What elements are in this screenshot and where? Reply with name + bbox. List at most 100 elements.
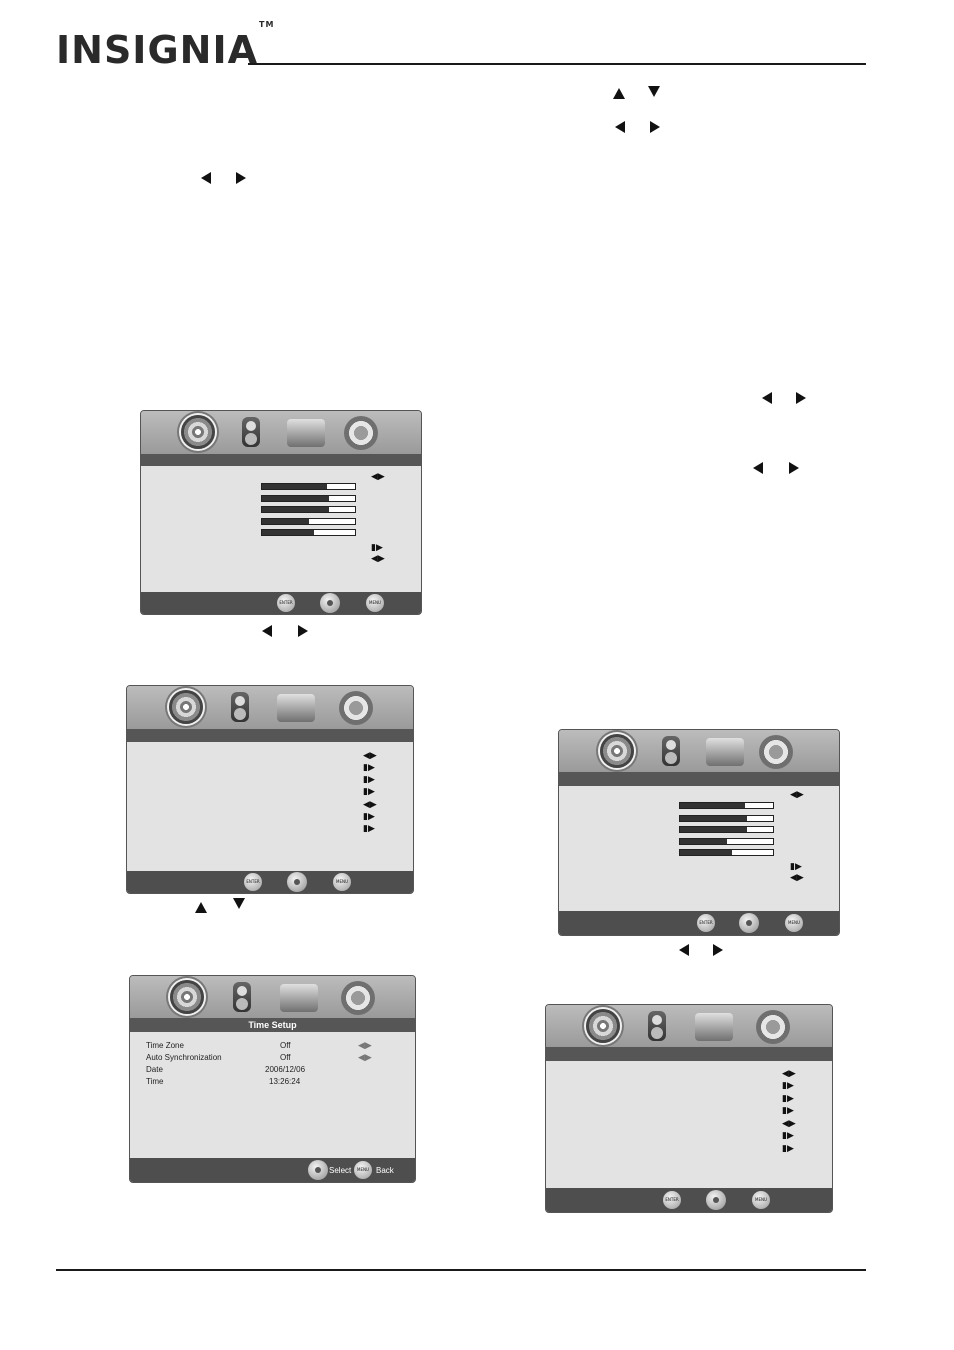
- level-bar[interactable]: [261, 483, 356, 490]
- enter-submenu-icon[interactable]: ▮▶: [790, 863, 802, 872]
- enter-submenu-icon[interactable]: ▮▶: [363, 764, 375, 773]
- lr-adjust-icon[interactable]: ◀▶: [790, 874, 804, 883]
- time-zone-label: Time Zone: [146, 1041, 184, 1050]
- osd-list-menu: ◀▶ ▮▶ ▮▶ ▮▶ ◀▶ ▮▶ ▮▶ ENTER MENU: [126, 685, 414, 894]
- level-fill: [262, 519, 309, 524]
- disc-icon[interactable]: [170, 980, 204, 1014]
- level-fill: [680, 839, 727, 844]
- osd-title-bar: [127, 729, 413, 742]
- dpad-icon[interactable]: [739, 913, 759, 933]
- level-fill: [262, 530, 315, 535]
- gear-icon[interactable]: [344, 416, 378, 450]
- level-fill: [680, 827, 747, 832]
- speaker-icon[interactable]: [662, 736, 680, 766]
- time-value[interactable]: 13:26:24: [269, 1077, 300, 1086]
- back-label: Back: [376, 1166, 394, 1175]
- lr-adjust-icon[interactable]: ◀▶: [358, 1042, 372, 1051]
- lr-adjust-icon[interactable]: ◀▶: [358, 1054, 372, 1063]
- auto-sync-value[interactable]: Off: [280, 1053, 291, 1062]
- speaker-icon[interactable]: [231, 692, 249, 722]
- enter-button[interactable]: ENTER: [244, 873, 262, 891]
- osd-time-setup: Time Setup Time Zone Off ◀▶ Auto Synchro…: [129, 975, 416, 1183]
- osd-icon-bar: [559, 730, 839, 772]
- lr-adjust-icon[interactable]: ◀▶: [782, 1120, 796, 1129]
- down-arrow-icon: [233, 898, 245, 909]
- enter-button[interactable]: ENTER: [697, 914, 715, 932]
- enter-submenu-icon[interactable]: ▮▶: [782, 1132, 794, 1141]
- menu-button[interactable]: MENU: [752, 1191, 770, 1209]
- dpad-icon[interactable]: [287, 872, 307, 892]
- dpad-icon[interactable]: [320, 593, 340, 613]
- time-zone-value[interactable]: Off: [280, 1041, 291, 1050]
- osd-icon-bar: [141, 411, 421, 454]
- disc-icon[interactable]: [181, 415, 215, 449]
- lr-adjust-icon[interactable]: ◀▶: [371, 555, 385, 564]
- osd-title-bar: [559, 772, 839, 786]
- enter-submenu-icon[interactable]: ▮▶: [363, 788, 375, 797]
- down-arrow-icon: [648, 86, 660, 97]
- header-rule: [248, 63, 866, 65]
- level-bar[interactable]: [261, 518, 356, 525]
- left-arrow-icon: [262, 625, 272, 637]
- tools-icon[interactable]: [695, 1013, 733, 1041]
- speaker-icon[interactable]: [242, 417, 260, 447]
- enter-submenu-icon[interactable]: ▮▶: [363, 776, 375, 785]
- left-arrow-icon: [679, 944, 689, 956]
- level-bar[interactable]: [679, 826, 774, 833]
- menu-button[interactable]: MENU: [785, 914, 803, 932]
- gear-icon[interactable]: [759, 735, 793, 769]
- up-arrow-icon: [195, 902, 207, 913]
- tools-icon[interactable]: [280, 984, 318, 1012]
- tools-icon[interactable]: [277, 694, 315, 722]
- level-bar[interactable]: [261, 529, 356, 536]
- brand-logo: INSIGNIATM: [56, 20, 273, 72]
- brand-name: INSIGNIA: [56, 28, 258, 72]
- enter-submenu-icon[interactable]: ▮▶: [782, 1095, 794, 1104]
- enter-submenu-icon[interactable]: ▮▶: [782, 1145, 794, 1154]
- menu-button[interactable]: MENU: [354, 1161, 372, 1179]
- tools-icon[interactable]: [706, 738, 744, 766]
- gear-icon[interactable]: [756, 1010, 790, 1044]
- enter-submenu-icon[interactable]: ▮▶: [371, 544, 383, 553]
- right-arrow-icon: [796, 392, 806, 404]
- menu-button[interactable]: MENU: [366, 594, 384, 612]
- level-bar[interactable]: [261, 506, 356, 513]
- enter-submenu-icon[interactable]: ▮▶: [782, 1082, 794, 1091]
- level-bar[interactable]: [261, 495, 356, 502]
- enter-button[interactable]: ENTER: [277, 594, 295, 612]
- lr-adjust-icon[interactable]: ◀▶: [363, 801, 377, 810]
- lr-adjust-icon[interactable]: ◀▶: [363, 752, 377, 761]
- dpad-icon[interactable]: [706, 1190, 726, 1210]
- level-bar[interactable]: [679, 815, 774, 822]
- level-bar[interactable]: [679, 838, 774, 845]
- speaker-icon[interactable]: [648, 1011, 666, 1041]
- speaker-icon[interactable]: [233, 982, 251, 1012]
- gear-icon[interactable]: [339, 691, 373, 725]
- enter-submenu-icon[interactable]: ▮▶: [363, 825, 375, 834]
- level-bar[interactable]: [679, 802, 774, 809]
- tools-icon[interactable]: [287, 419, 325, 447]
- dpad-icon[interactable]: [308, 1160, 328, 1180]
- osd-footer: ENTER MENU: [141, 592, 421, 614]
- disc-icon[interactable]: [586, 1009, 620, 1043]
- enter-submenu-icon[interactable]: ▮▶: [782, 1107, 794, 1116]
- right-arrow-icon: [236, 172, 246, 184]
- disc-icon[interactable]: [600, 734, 634, 768]
- gear-icon[interactable]: [341, 981, 375, 1015]
- enter-button[interactable]: ENTER: [663, 1191, 681, 1209]
- osd-footer: Select MENU Back: [130, 1158, 415, 1182]
- enter-submenu-icon[interactable]: ▮▶: [363, 813, 375, 822]
- menu-button[interactable]: MENU: [333, 873, 351, 891]
- footer-rule: [56, 1269, 866, 1271]
- right-arrow-icon: [650, 121, 660, 133]
- osd-footer: ENTER MENU: [127, 871, 413, 893]
- date-value[interactable]: 2006/12/06: [265, 1065, 305, 1074]
- disc-icon[interactable]: [169, 690, 203, 724]
- lr-adjust-icon[interactable]: ◀▶: [790, 791, 804, 800]
- osd-title-bar: [546, 1047, 832, 1061]
- osd-title-bar: [141, 454, 421, 466]
- select-label: Select: [329, 1166, 352, 1175]
- lr-adjust-icon[interactable]: ◀▶: [371, 473, 385, 482]
- level-bar[interactable]: [679, 849, 774, 856]
- lr-adjust-icon[interactable]: ◀▶: [782, 1070, 796, 1079]
